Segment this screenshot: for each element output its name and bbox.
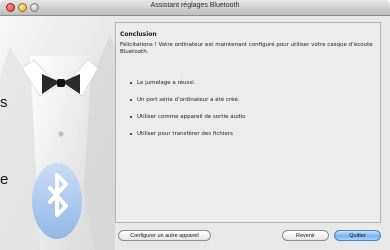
result-list: Le jumelage a réussi. Un port série d’or…	[130, 80, 246, 148]
list-item: Un port série d’ordinateur a été créé.	[130, 97, 246, 114]
list-item: Utiliser pour transférer des fichiers	[130, 131, 246, 148]
content-panel: Conclusion Félicitations ! Votre ordinat…	[115, 22, 381, 223]
cropped-text-s: s	[0, 94, 8, 111]
intro-text: Félicitations ! Votre ordinateur est mai…	[120, 42, 373, 55]
window-title: Assistant réglages Bluetooth	[150, 2, 240, 9]
cropped-text-e: e	[0, 171, 9, 188]
assistant-window: Assistant réglages Bluetooth s e Conclus…	[0, 0, 390, 250]
configure-another-device-button[interactable]: Configurer un autre appareil	[118, 230, 211, 241]
list-item: Le jumelage a réussi.	[130, 80, 246, 97]
section-heading: Conclusion	[120, 31, 157, 38]
list-item: Utiliser comme appareil de sortie audio	[130, 114, 246, 131]
back-button[interactable]: Revenir	[282, 230, 329, 241]
sidebar-artwork: s e	[0, 16, 115, 250]
quit-button[interactable]: Quitter	[334, 230, 381, 241]
tuxedo-bluetooth-illustration	[0, 16, 115, 250]
title-bar: Assistant réglages Bluetooth	[0, 0, 390, 16]
